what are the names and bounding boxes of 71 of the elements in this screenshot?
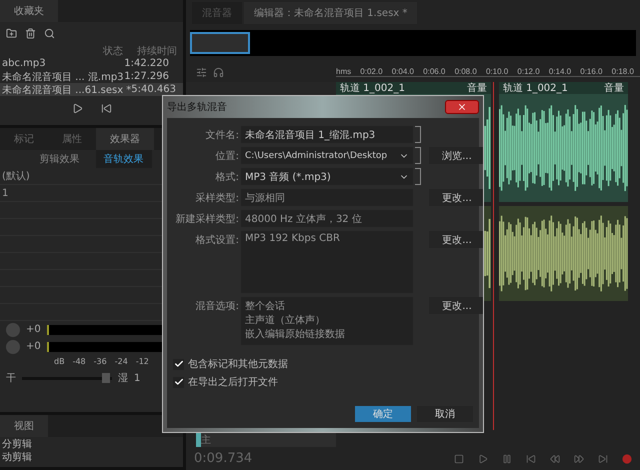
input-field[interactable]: 未命名混音项目 1_缩混.mp3 xyxy=(241,126,413,143)
change-button[interactable]: 更改... xyxy=(429,297,483,314)
text-area: MP3 192 Kbps CBR xyxy=(241,231,413,293)
checkbox-label: 在导出之后打开文件 xyxy=(188,376,278,389)
panel-tab[interactable]: 收藏夹 xyxy=(0,0,58,22)
column-header: 状态 xyxy=(103,44,123,58)
gain-value: +0 xyxy=(26,324,41,335)
play-icon[interactable] xyxy=(72,102,82,114)
preset-select[interactable]: (默认) xyxy=(2,169,30,183)
dialog-button[interactable]: 取消 xyxy=(417,406,473,422)
field-label: 采样类型: xyxy=(194,192,239,205)
meter-tick: -24 xyxy=(114,356,128,366)
view-range-handle[interactable] xyxy=(190,32,250,54)
input-field: 与源相同 xyxy=(241,189,413,206)
track-strip: 主 xyxy=(196,433,336,447)
mix-value: 1 xyxy=(134,372,140,384)
dialog-title: 导出多轨混音 xyxy=(167,100,227,114)
meter-tick: -48 xyxy=(72,356,86,366)
time-display: 0:09.734 xyxy=(194,451,252,466)
dropdown[interactable]: MP3 音频 (*.mp3) xyxy=(241,168,413,185)
sliders-icon[interactable] xyxy=(196,66,207,78)
gain-value: +0 xyxy=(26,341,41,352)
change-button[interactable]: 更改... xyxy=(429,189,483,206)
field-label: 混音选项: xyxy=(194,300,239,313)
skip-back-icon[interactable] xyxy=(526,454,536,464)
mix-label: 湿 xyxy=(118,372,128,385)
import-icon[interactable] xyxy=(6,28,17,38)
sub-tab[interactable]: 音轨效果 xyxy=(96,150,152,168)
fast-forward-icon[interactable] xyxy=(574,454,584,464)
time-ruler: hms 0:02.0 0:04.0 0:06.0 0:08.0 0:10.0 0:12.0 0:14.0 0:16.0 0:18.0 xyxy=(336,67,640,77)
input-field: 48000 Hz 立体声，32 位 xyxy=(241,210,413,227)
search-icon[interactable] xyxy=(44,28,55,38)
rewind-icon[interactable] xyxy=(550,454,560,464)
skip-forward-icon[interactable] xyxy=(598,454,608,464)
close-icon xyxy=(457,102,467,112)
stop-icon[interactable] xyxy=(454,454,464,464)
mix-slider-thumb[interactable] xyxy=(102,372,110,382)
dropdown[interactable]: C:\Users\Administrator\Desktop xyxy=(241,147,413,164)
change-button[interactable]: 浏览... xyxy=(429,147,483,164)
field-label: 位置: xyxy=(214,150,239,163)
file-row[interactable]: 未命名混音项目 ...61.sesx *5:40.463 xyxy=(0,83,183,96)
checkbox[interactable] xyxy=(173,376,184,388)
audio-clip: 轨道 1_002_1 音量 xyxy=(498,82,628,202)
close-button[interactable] xyxy=(445,100,479,114)
record-icon[interactable] xyxy=(622,454,632,464)
checkbox[interactable] xyxy=(173,358,184,370)
headphones-icon[interactable] xyxy=(213,66,224,78)
file-row[interactable]: abc.mp3 1:42.220 xyxy=(0,57,183,70)
file-row[interactable]: 未命名混音项目 ... 混.mp31:27.296 xyxy=(0,70,183,83)
pause-icon[interactable] xyxy=(502,454,512,464)
delete-icon[interactable] xyxy=(25,28,36,38)
panel-tab[interactable]: 视图 xyxy=(0,415,48,437)
mix-label: 干 xyxy=(6,372,16,385)
list-item[interactable]: 动剪辑 xyxy=(0,450,34,463)
list-item[interactable]: 分剪辑 xyxy=(0,437,34,450)
text-area: 整个会话 主声道（立体声） 嵌入编辑原始链接数据 xyxy=(241,297,413,345)
editor-tab[interactable]: 编辑器：未命名混音项目 1.sesx * xyxy=(244,2,418,24)
meter-tick: -36 xyxy=(94,356,107,366)
meter-tick: -12 xyxy=(136,356,149,366)
sub-tab[interactable]: 剪辑效果 xyxy=(32,150,88,168)
panel-tab[interactable]: 效果器 xyxy=(96,128,154,150)
checkbox-label: 包含标记和其他元数据 xyxy=(188,358,288,371)
field-label: 格式: xyxy=(214,170,239,184)
play-icon[interactable] xyxy=(478,454,488,464)
meter-tick: dB xyxy=(54,356,65,366)
field-label: 文件名: xyxy=(204,128,239,142)
field-label: 格式设置: xyxy=(194,234,239,247)
field-label: 新建采样类型: xyxy=(174,212,239,226)
change-button[interactable]: 更改... xyxy=(429,231,483,248)
effect-slot: 1 xyxy=(2,188,8,198)
column-header: 持续时间 xyxy=(137,44,177,58)
